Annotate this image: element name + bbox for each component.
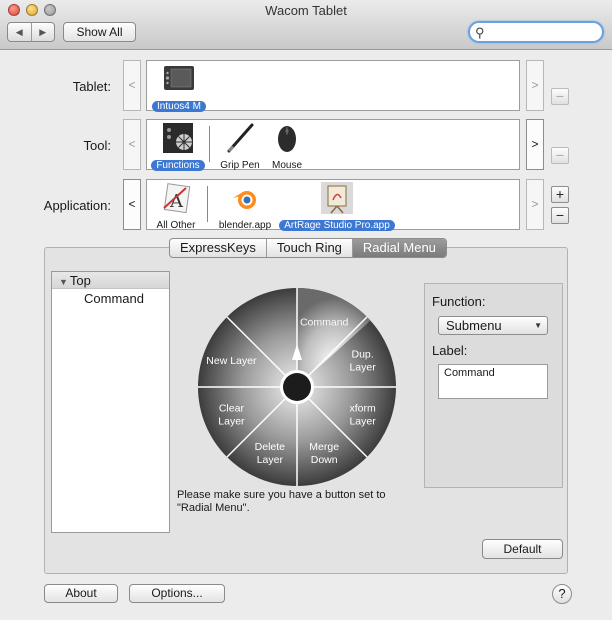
tree-item-top-label: Top — [69, 273, 91, 288]
radial-segment-label[interactable]: Merge Down — [309, 441, 339, 466]
tablet-item-label: Intuos4 M — [152, 101, 206, 112]
window-title: Wacom Tablet — [265, 3, 347, 18]
tablet-scroll-left[interactable]: < — [123, 60, 141, 111]
application-item-blender-label: blender.app — [218, 220, 272, 231]
tab-touch-ring[interactable]: Touch Ring — [267, 239, 353, 257]
radial-menu: Command Dup. Layer xform Layer Merge Down Delet… — [198, 288, 396, 486]
label-text-field[interactable]: Command — [438, 364, 548, 399]
application-item-artrage[interactable]: ArtRage Studio Pro.app — [279, 182, 395, 231]
chevron-down-icon: ▼ — [534, 321, 542, 330]
application-row-label: Application: — [43, 198, 111, 213]
tablet-icon — [164, 66, 194, 90]
radial-segment-label[interactable]: xform Layer — [349, 403, 376, 428]
tablet-row-label: Tablet: — [72, 79, 111, 94]
application-item-blender[interactable]: blender.app — [213, 182, 277, 231]
back-forward-control: ◀ ▶ — [7, 22, 55, 42]
settings-tabs: ExpressKeys Touch Ring Radial Menu — [169, 238, 447, 258]
artrage-icon — [321, 182, 353, 214]
radial-segment-label[interactable]: New Layer — [206, 355, 257, 367]
tool-item-mouse-label: Mouse — [271, 160, 302, 171]
function-select-value: Submenu — [446, 318, 502, 333]
tool-item-functions-label: Functions — [151, 160, 205, 171]
remove-tablet-button[interactable]: − — [551, 88, 569, 105]
function-select[interactable]: Submenu ▼ — [438, 316, 548, 335]
radial-center-button[interactable] — [283, 373, 311, 401]
menu-tree: ▼ Top Command — [51, 271, 170, 533]
functions-icon — [163, 123, 193, 153]
default-button[interactable]: Default — [482, 539, 563, 559]
add-application-button[interactable]: + — [551, 186, 569, 203]
options-button[interactable]: Options... — [129, 584, 225, 603]
tool-scroll-left[interactable]: < — [123, 119, 141, 170]
application-scroll-left[interactable]: < — [123, 179, 141, 230]
back-button[interactable]: ◀ — [8, 23, 32, 41]
tab-radial-menu[interactable]: Radial Menu — [352, 239, 446, 257]
mouse-icon — [278, 126, 296, 152]
function-label: Function: — [432, 294, 486, 309]
tool-scroll-right[interactable]: > — [526, 119, 544, 170]
radial-segment-label[interactable]: Command — [300, 316, 349, 328]
label-label: Label: — [432, 343, 468, 358]
tool-item-grip-pen-label: Grip Pen — [220, 160, 260, 171]
tree-item-command[interactable]: Command — [52, 291, 169, 306]
tablet-item-intuos4[interactable]: Intuos4 M — [149, 63, 209, 112]
tab-expresskeys[interactable]: ExpressKeys — [170, 239, 267, 257]
tablet-scroll-right[interactable]: > — [526, 60, 544, 111]
about-button[interactable]: About — [44, 584, 118, 603]
pen-icon — [227, 123, 254, 153]
tool-item-functions[interactable]: Functions — [149, 122, 207, 171]
blender-icon — [233, 191, 256, 209]
application-item-artrage-label: ArtRage Studio Pro.app — [279, 220, 395, 231]
search-field[interactable]: ⚲ — [468, 21, 604, 43]
search-icon: ⚲ — [475, 25, 485, 40]
application-list: A All Other blender.app ArtRage Studio P… — [146, 179, 520, 231]
tablet-list: Intuos4 M — [146, 60, 520, 112]
tool-row-label: Tool: — [83, 138, 111, 153]
radial-menu-note: Please make sure you have a button set t… — [177, 489, 386, 514]
remove-application-button[interactable]: − — [551, 207, 569, 224]
show-all-button[interactable]: Show All — [63, 22, 136, 42]
tool-separator — [209, 126, 210, 162]
radial-segment-label[interactable]: Clear Layer — [218, 403, 245, 428]
tool-list: Functions Grip Pen Mouse — [146, 119, 520, 171]
application-separator — [207, 186, 208, 222]
application-item-all-other[interactable]: A All Other — [149, 182, 203, 231]
title-bar: Wacom Tablet ◀ ▶ Show All ⚲ — [0, 0, 612, 50]
remove-tool-button[interactable]: − — [551, 147, 569, 164]
forward-button[interactable]: ▶ — [32, 23, 55, 41]
application-item-all-other-label: All Other — [156, 220, 196, 231]
application-scroll-right[interactable]: > — [526, 179, 544, 230]
tool-item-grip-pen[interactable]: Grip Pen — [215, 122, 265, 171]
tool-item-mouse[interactable]: Mouse — [267, 122, 307, 171]
all-apps-icon: A — [163, 183, 191, 214]
help-button[interactable]: ? — [552, 584, 572, 604]
radial-segment-label[interactable]: Dup. Layer — [349, 348, 376, 373]
radial-segment-label[interactable]: Delete Layer — [255, 441, 286, 466]
tree-item-top[interactable]: ▼ Top — [52, 272, 169, 289]
disclosure-triangle-icon[interactable]: ▼ — [59, 277, 68, 287]
